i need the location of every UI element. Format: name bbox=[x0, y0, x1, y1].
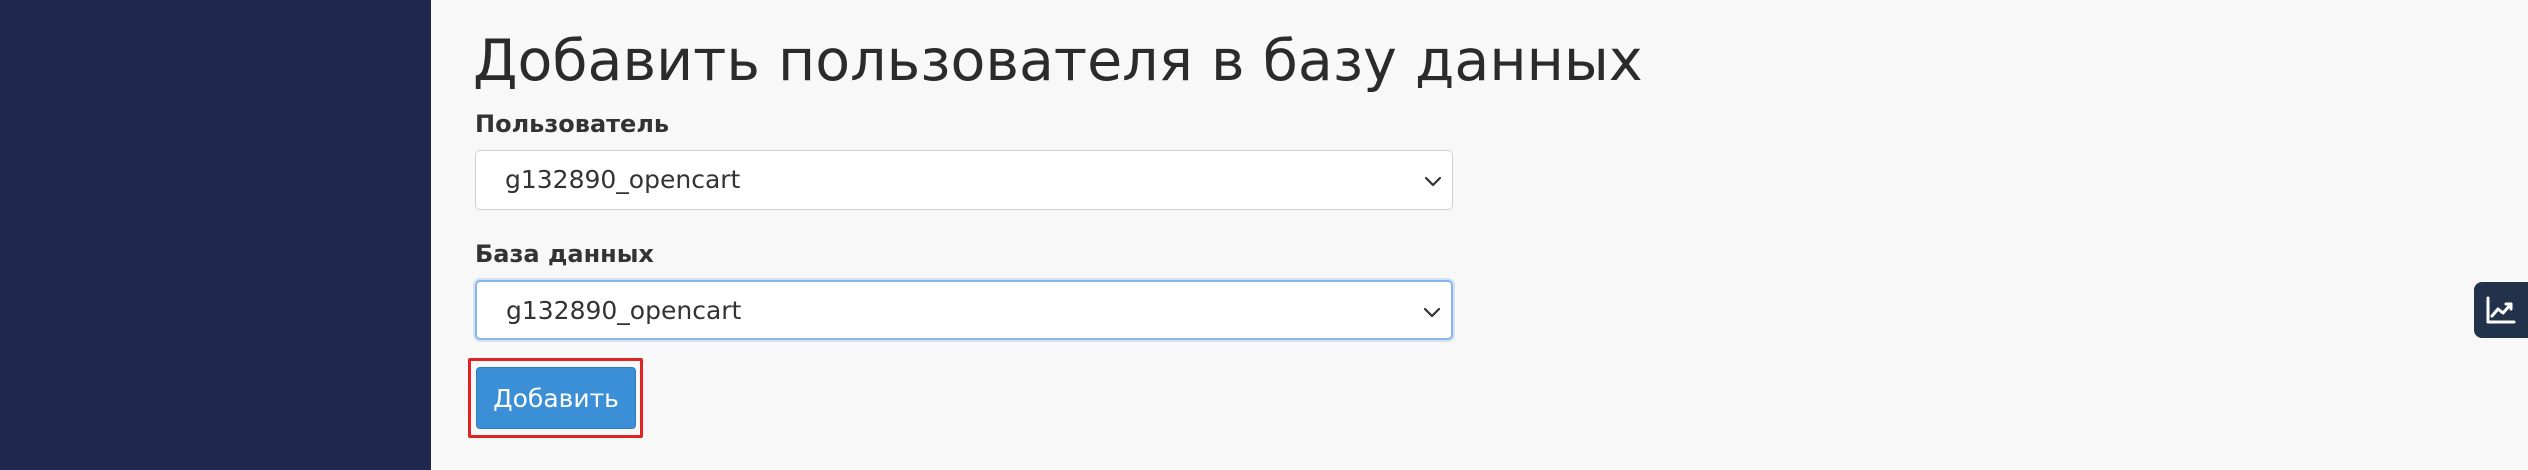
database-select[interactable]: g132890_opencart bbox=[475, 280, 1453, 340]
stats-side-tab[interactable] bbox=[2474, 282, 2528, 338]
user-select[interactable]: g132890_opencart bbox=[475, 150, 1453, 210]
database-select-value: g132890_opencart bbox=[506, 296, 742, 325]
chevron-down-icon bbox=[1421, 301, 1443, 323]
page: Добавить пользователя в базу данных Поль… bbox=[0, 0, 2528, 470]
chevron-down-icon bbox=[1422, 170, 1444, 192]
user-field-label: Пользователь bbox=[475, 110, 670, 138]
sidebar bbox=[0, 0, 431, 470]
page-title: Добавить пользователя в базу данных bbox=[473, 28, 1643, 94]
database-field-label: База данных bbox=[475, 240, 654, 268]
user-select-value: g132890_opencart bbox=[505, 165, 741, 194]
add-button[interactable]: Добавить bbox=[476, 367, 636, 429]
trending-up-chart-icon bbox=[2486, 296, 2516, 324]
main-content: Добавить пользователя в базу данных Поль… bbox=[431, 0, 2528, 470]
